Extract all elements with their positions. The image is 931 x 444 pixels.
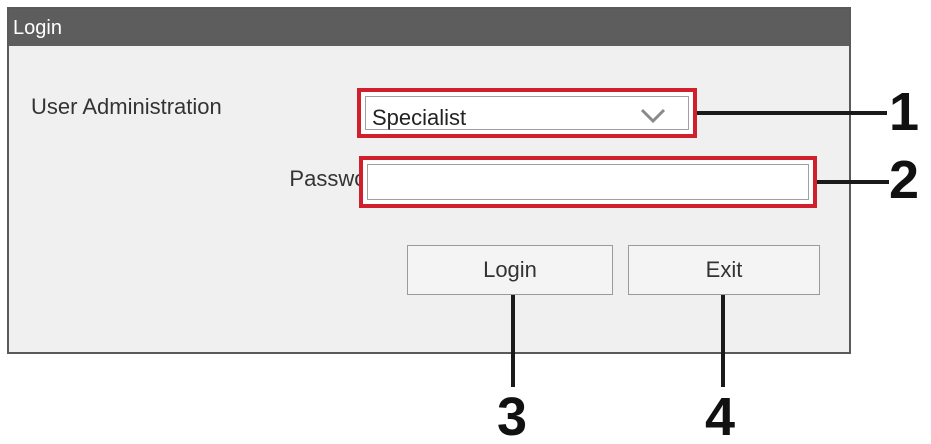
password-field-highlight [359, 156, 817, 208]
callout-line-3 [511, 295, 515, 387]
callout-number-4: 4 [705, 387, 736, 444]
password-field[interactable] [367, 164, 809, 200]
callout-number-2: 2 [889, 150, 920, 210]
user-administration-label: User Administration [31, 94, 222, 119]
exit-button[interactable]: Exit [628, 245, 820, 295]
user-administration-select[interactable]: Specialist [357, 88, 697, 138]
dialog-title: Login [13, 17, 62, 39]
callout-line-4 [721, 295, 725, 387]
password-input[interactable] [368, 165, 808, 199]
callout-line-2 [817, 180, 889, 184]
callout-line-1 [697, 111, 887, 115]
dialog-titlebar: Login [9, 9, 849, 46]
select-field[interactable]: Specialist [365, 96, 689, 130]
annotated-screenshot: Login User Administration Specialist Pas… [0, 0, 931, 444]
select-value: Specialist [372, 105, 467, 130]
login-button[interactable]: Login [407, 245, 613, 295]
chevron-down-icon[interactable] [640, 108, 666, 124]
callout-number-3: 3 [497, 387, 528, 444]
callout-number-1: 1 [889, 82, 920, 142]
